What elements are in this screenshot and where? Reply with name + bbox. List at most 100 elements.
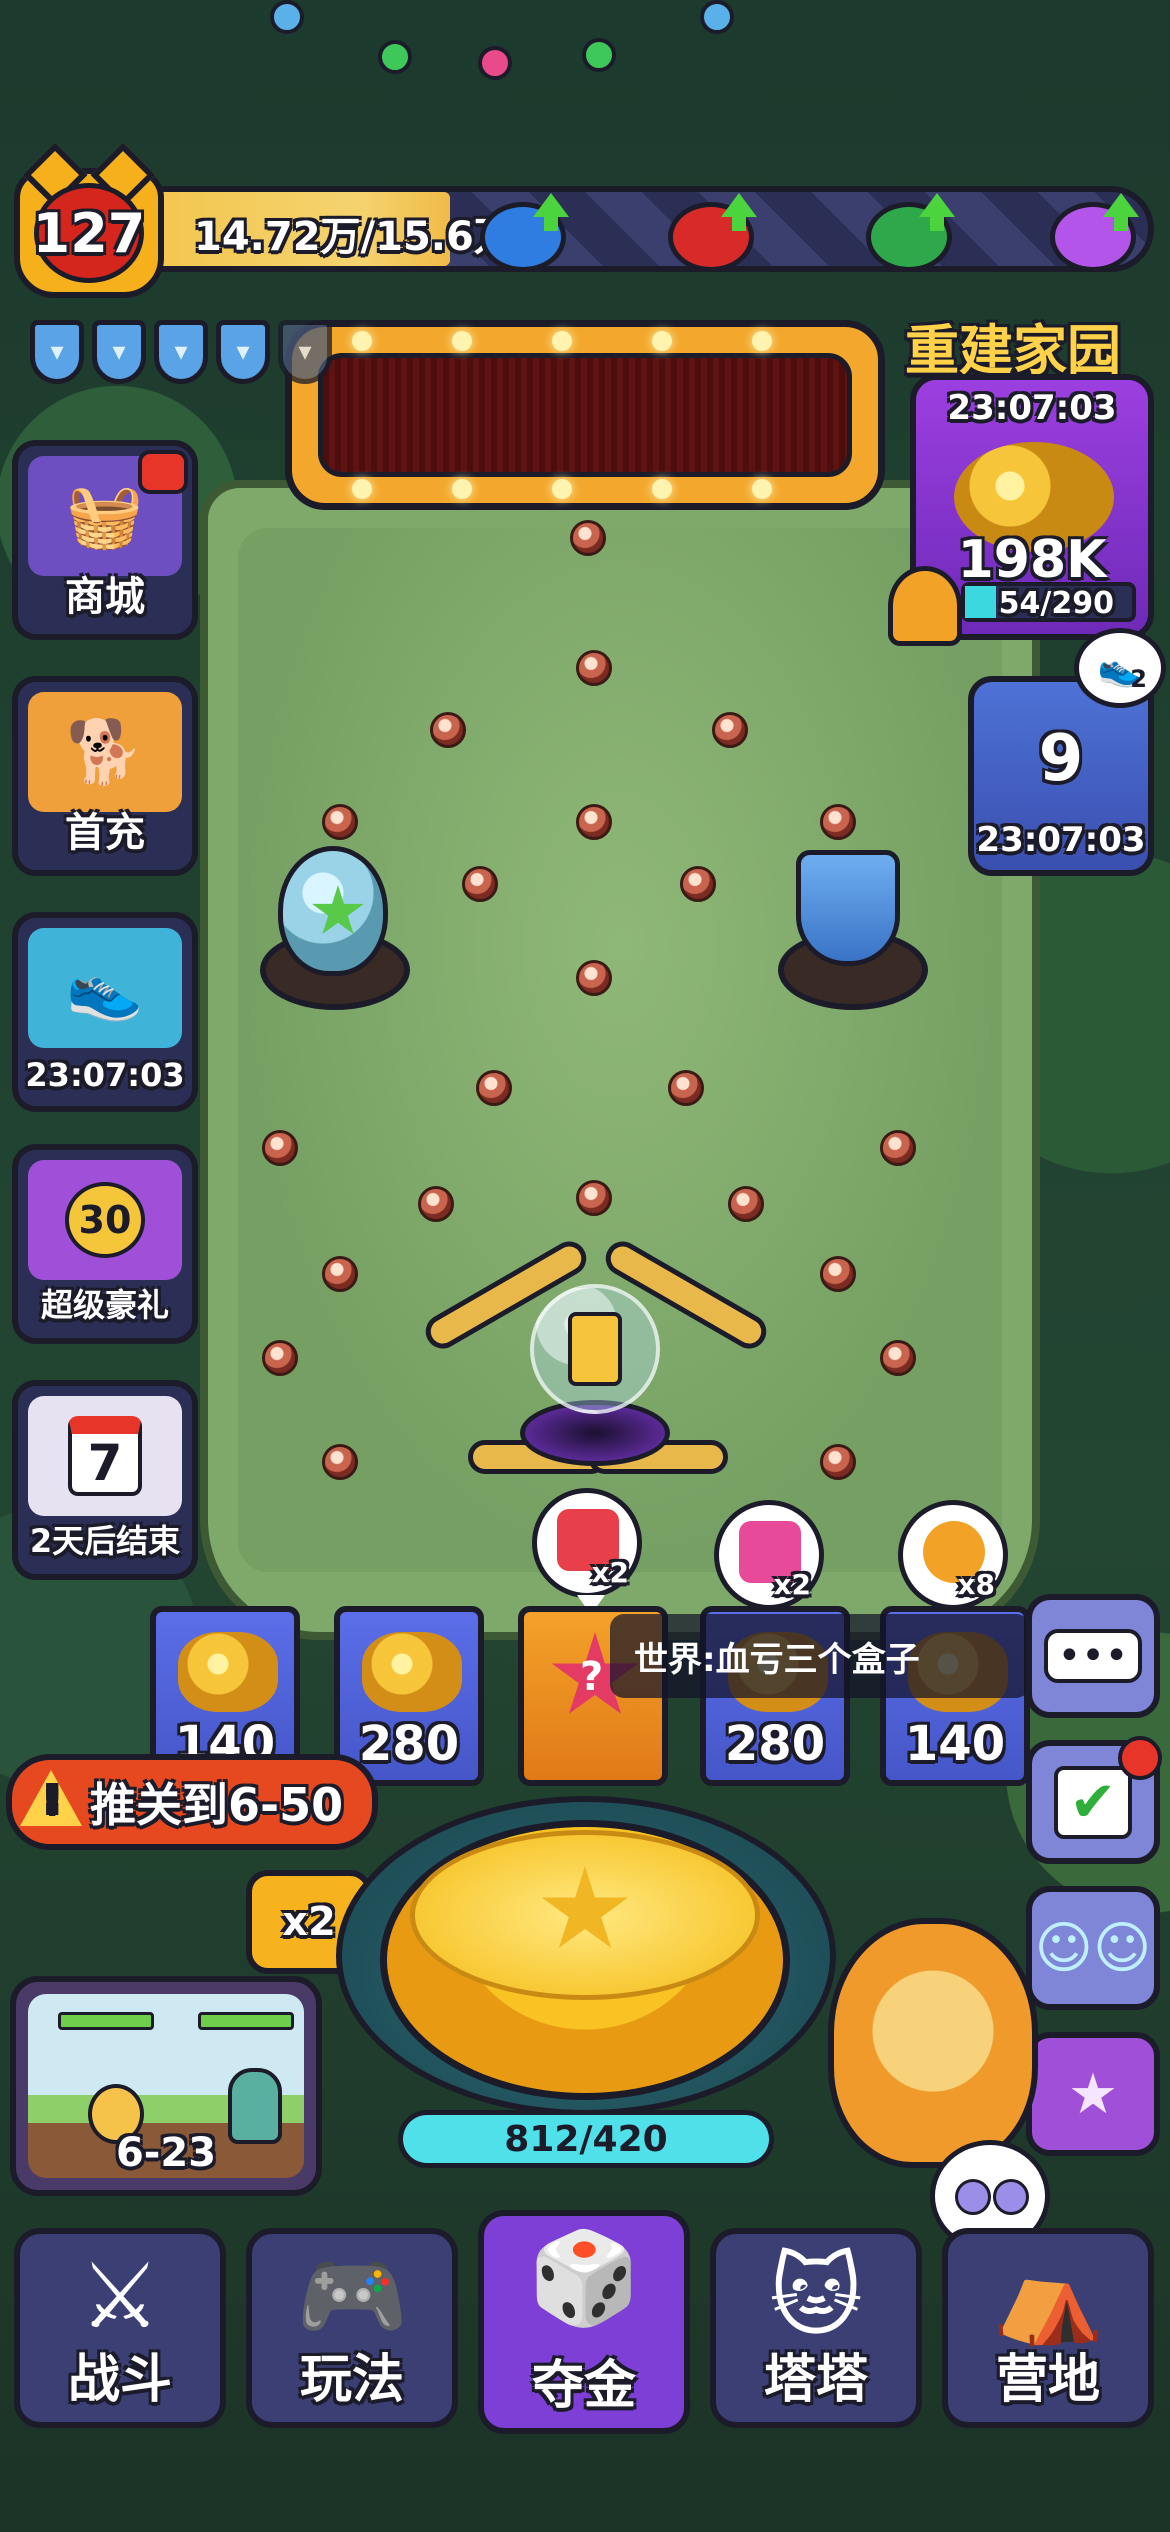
marquee-bulb: [752, 331, 772, 351]
shop-button[interactable]: 🧺 商城: [12, 440, 198, 640]
marquee-bulb: [552, 331, 572, 351]
battle-preview[interactable]: 6-23: [10, 1976, 322, 2196]
marquee-bulb: [752, 479, 772, 499]
coin-progress-text: 812/420: [504, 2119, 668, 2160]
marquee-bulb: [652, 479, 672, 499]
sneaker-offer-icon: 👟: [28, 928, 182, 1048]
up-arrow-icon: [919, 193, 955, 231]
chat-button[interactable]: •••: [1026, 1594, 1160, 1718]
friends-button[interactable]: ☺☺: [1026, 1886, 1160, 2010]
peg: [820, 1256, 856, 1292]
nav-tab-camp[interactable]: ⛺ 营地: [942, 2228, 1154, 2428]
warning-icon: [20, 1770, 82, 1826]
gamepad-icon: 🎮: [295, 2244, 409, 2349]
blue-drop-upgrade-icon[interactable]: [480, 193, 569, 272]
shield-icon: [216, 320, 270, 384]
nav-tab-battle[interactable]: ⚔ 战斗: [14, 2228, 226, 2428]
peg: [712, 712, 748, 748]
marquee-screen: [318, 353, 852, 477]
enemy-hp-bar: [198, 2012, 294, 2030]
peg: [462, 866, 498, 902]
sneaker-bubble-icon[interactable]: 👟 2: [1074, 628, 1166, 708]
marquee-bulb: [452, 479, 472, 499]
dice-faces-icon: 🎲: [527, 2226, 641, 2331]
peg: [880, 1340, 916, 1376]
gold-key-icon: [888, 566, 962, 646]
xp-bar: 14.72万/15.6万: [144, 186, 1154, 272]
reward-pin-sneaker: x2: [532, 1488, 642, 1615]
nav-label-camp: 营地: [995, 2350, 1100, 2410]
stage-goal-banner[interactable]: 推关到6-50: [6, 1754, 378, 1850]
player-level-badge[interactable]: 127: [14, 168, 164, 298]
slot-value: 140: [904, 1716, 1006, 1772]
super-gift-button[interactable]: 30 超级豪礼: [12, 1144, 198, 1344]
peg: [262, 1130, 298, 1166]
notification-badge: [138, 450, 188, 494]
marquee-bulb: [352, 479, 372, 499]
peg: [322, 1256, 358, 1292]
rebuild-progress-bar: 54/290: [961, 582, 1136, 622]
blue-shield-icon[interactable]: [796, 850, 900, 966]
marquee-bulb: [652, 331, 672, 351]
hero-hp-bar: [58, 2012, 154, 2030]
cat-badge-button[interactable]: ★: [1026, 2032, 1160, 2156]
peg: [728, 1186, 764, 1222]
reward-multiplier: x2: [591, 1556, 629, 1589]
slot-value: 280: [724, 1716, 826, 1772]
bubble-count: 2: [1130, 665, 1147, 693]
peg: [668, 1070, 704, 1106]
peg: [418, 1186, 454, 1222]
checklist-button[interactable]: ✔: [1026, 1736, 1162, 1864]
question-mark-icon: ?: [580, 1654, 604, 1700]
stage-goal-text: 推关到6-50: [90, 1778, 344, 1832]
ticket-icon: [568, 1312, 622, 1386]
player-level: 127: [33, 183, 145, 283]
nav-label-battle: 战斗: [67, 2350, 172, 2410]
peg: [322, 804, 358, 840]
shop-label: 商城: [65, 574, 145, 620]
gold-coins-icon: [178, 1632, 278, 1712]
nav-tab-play[interactable]: 🎮 玩法: [246, 2228, 458, 2428]
peg: [576, 804, 612, 840]
flag-event-timer: 23:07:03: [976, 820, 1146, 860]
egg-star-icon: [312, 885, 364, 935]
marquee-sign: [285, 320, 885, 510]
prize-slot: 280: [334, 1606, 484, 1786]
up-arrow-icon: [533, 193, 569, 231]
bottom-nav: ⚔ 战斗 🎮 玩法 🎲 夺金 🐱 塔塔 ⛺ 营地: [0, 2210, 1170, 2532]
gold-coins-icon: [362, 1632, 462, 1712]
red-flame-upgrade-icon[interactable]: [668, 193, 757, 272]
marquee-bulb: [352, 331, 372, 351]
xp-text: 14.72万/15.6万: [194, 214, 514, 260]
first-recharge-button[interactable]: 🐕 首充: [12, 676, 198, 876]
coin-progress-bar: 812/420: [398, 2110, 774, 2168]
rebuild-progress-text: 54/290: [998, 586, 1114, 621]
marquee-bulb: [552, 479, 572, 499]
peg: [680, 866, 716, 902]
shield-icon: [92, 320, 146, 384]
calendar-event-button[interactable]: 7 2天后结束: [12, 1380, 198, 1580]
string-light: [582, 38, 616, 72]
nav-tab-tata[interactable]: 🐱 塔塔: [710, 2228, 922, 2428]
chat-icon: •••: [1043, 1629, 1143, 1683]
peg: [570, 520, 606, 556]
peg: [820, 804, 856, 840]
purple-bolt-upgrade-icon[interactable]: [1050, 193, 1139, 272]
nav-tab-gold[interactable]: 🎲 夺金: [478, 2210, 690, 2434]
friends-icon: ☺☺: [1034, 1915, 1152, 1981]
nav-label-play: 玩法: [299, 2350, 404, 2410]
mystery-egg-icon[interactable]: [278, 846, 388, 976]
string-light: [270, 0, 304, 34]
green-leaf-upgrade-icon[interactable]: [866, 193, 955, 272]
string-light: [478, 46, 512, 80]
notification-dot: [1118, 1736, 1162, 1780]
robot-cat-icon: 🐱: [769, 2244, 863, 2349]
peg: [576, 650, 612, 686]
reward-pin-energy: x2: [714, 1500, 824, 1627]
shield-icon: [30, 320, 84, 384]
world-chat-message[interactable]: 世界:血亏三个盒子: [610, 1614, 1030, 1698]
flag-event-count: 9: [1038, 722, 1084, 796]
reward-multiplier: x8: [957, 1568, 995, 1601]
rebuild-timer: 23:07:03: [947, 388, 1117, 428]
sneaker-offer-button[interactable]: 👟 23:07:03: [12, 912, 198, 1112]
